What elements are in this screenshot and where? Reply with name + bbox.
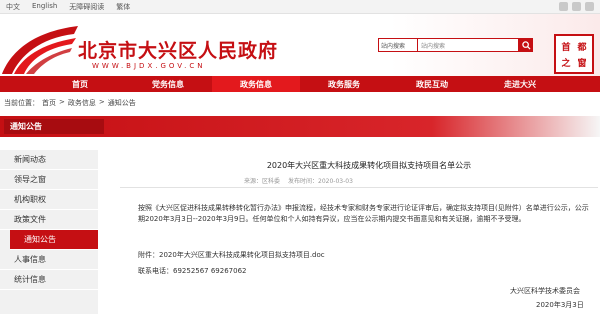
site-header: 北京市大兴区人民政府 WWW.BJDX.GOV.CN 站内搜索 站内搜索 首 都… (0, 14, 600, 76)
link-accessibility[interactable]: 无障碍阅读 (69, 2, 104, 12)
article: 2020年大兴区重大科技成果转化项目拟支持项目名单公示 来源：区科委 发布时间：… (120, 160, 598, 309)
weibo-icon[interactable] (559, 2, 568, 11)
nav-party-info[interactable]: 党务信息 (124, 76, 212, 92)
link-english[interactable]: English (32, 2, 57, 12)
sidebar-item-notices[interactable]: 通知公告 (10, 230, 98, 250)
nav-public-interaction[interactable]: 政民互动 (388, 76, 476, 92)
sidebar-item-leaders[interactable]: 领导之窗 (0, 170, 98, 190)
article-divider (120, 187, 598, 188)
breadcrumb: 当前位置： 首页 > 政务信息 > 通知公告 (4, 98, 136, 108)
breadcrumb-sep: > (98, 98, 105, 106)
nav-home[interactable]: 首页 (36, 76, 124, 92)
seal-char: 首 (561, 42, 571, 53)
section-title: 通知公告 (4, 119, 104, 134)
breadcrumb-prefix: 当前位置： (4, 99, 39, 107)
contact-phone: 联系电话：69252567 69267062 (138, 267, 247, 275)
section-header-bar: 通知公告 (0, 116, 600, 137)
sidebar-item-news[interactable]: 新闻动态 (0, 150, 98, 170)
nav-government-info[interactable]: 政务信息 (212, 76, 300, 92)
nav-government-services[interactable]: 政务服务 (300, 76, 388, 92)
signature-date: 2020年3月3日 (536, 301, 584, 309)
breadcrumb-sep: > (59, 98, 65, 106)
breadcrumb-government-info[interactable]: 政务信息 (68, 98, 96, 108)
article-source: 来源：区科委 (244, 178, 281, 185)
sidebar-item-personnel[interactable]: 人事信息 (0, 250, 98, 270)
attachment-link[interactable]: 附件：2020年大兴区重大科技成果转化项目拟支持项目.doc (138, 250, 325, 260)
article-meta: 来源：区科委 发布时间：2020-03-03 (244, 176, 353, 185)
sidebar-item-functions[interactable]: 机构职权 (0, 190, 98, 210)
article-date: 发布时间：2020-03-03 (288, 178, 353, 185)
link-chinese[interactable]: 中文 (6, 2, 20, 12)
seal-char: 窗 (577, 58, 587, 69)
social-icons (559, 2, 594, 11)
capital-window-seal[interactable]: 首 都 之 窗 (554, 34, 594, 74)
breadcrumb-notices[interactable]: 通知公告 (108, 98, 136, 108)
logo-swoosh-icon (2, 26, 78, 74)
top-utility-bar: 中文 English 无障碍阅读 繁体 (0, 0, 600, 14)
breadcrumb-home[interactable]: 首页 (42, 98, 56, 108)
mobile-icon[interactable] (585, 2, 594, 11)
main-nav: 首页 党务信息 政务信息 政务服务 政民互动 走进大兴 (0, 76, 600, 92)
link-traditional[interactable]: 繁体 (116, 2, 130, 12)
site-title[interactable]: 北京市大兴区人民政府 (78, 36, 278, 63)
sidebar: 新闻动态 领导之窗 机构职权 政策文件 通知公告 人事信息 统计信息 (0, 150, 98, 314)
seal-char: 都 (577, 42, 587, 53)
search-input[interactable]: 站内搜索 (418, 38, 519, 52)
article-body: 按照《大兴区促进科技成果转移转化暂行办法》申报流程，经技术专家和财务专家进行论证… (138, 204, 589, 223)
sidebar-item-policy-docs[interactable]: 政策文件 (0, 210, 98, 230)
issuing-organization: 大兴区科学技术委员会 (510, 287, 580, 295)
sidebar-item-statistics[interactable]: 统计信息 (0, 270, 98, 290)
wechat-icon[interactable] (572, 2, 581, 11)
search-scope-select[interactable]: 站内搜索 (378, 38, 418, 52)
utility-links: 中文 English 无障碍阅读 繁体 (6, 2, 130, 12)
search-bar: 站内搜索 站内搜索 (378, 38, 533, 52)
site-url: WWW.BJDX.GOV.CN (92, 62, 206, 70)
nav-about-daxing[interactable]: 走进大兴 (476, 76, 564, 92)
search-icon (521, 40, 531, 50)
seal-char: 之 (561, 58, 571, 69)
search-button[interactable] (519, 38, 533, 52)
article-title: 2020年大兴区重大科技成果转化项目拟支持项目名单公示 (266, 161, 472, 170)
